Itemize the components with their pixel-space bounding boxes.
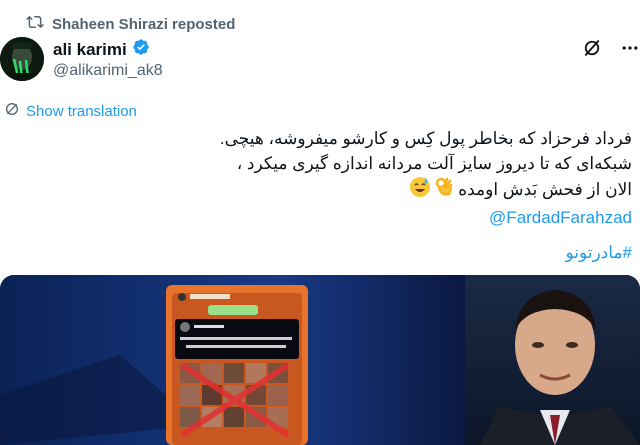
tweet-line-1: فرداد فرحزاد که بخاطر پول کِس و کارشو می… bbox=[219, 129, 632, 148]
tweet-line-3: الان از فحش بَدش اومده bbox=[458, 179, 632, 199]
author-name-row[interactable]: ali karimi bbox=[53, 38, 150, 61]
tweet-line-3-row: الان از فحش بَدش اومده bbox=[72, 176, 632, 205]
author-name[interactable]: ali karimi bbox=[53, 40, 127, 60]
tweet-line-2: شبکه‌ای که تا دیروز سایز آلت مردانه اندا… bbox=[236, 154, 632, 173]
show-translation-link[interactable]: Show translation bbox=[4, 101, 137, 121]
more-options-icon[interactable] bbox=[620, 38, 640, 63]
avatar[interactable] bbox=[0, 37, 44, 81]
verified-badge-icon bbox=[132, 38, 150, 61]
tweet-text: فرداد فرحزاد که بخاطر پول کِس و کارشو می… bbox=[72, 126, 632, 265]
repost-text[interactable]: Shaheen Shirazi reposted bbox=[52, 16, 235, 33]
author-handle[interactable]: @alikarimi_ak8 bbox=[53, 62, 163, 80]
grok-icon[interactable] bbox=[582, 38, 602, 63]
hashtag-link[interactable]: #مادرتونو bbox=[72, 240, 632, 265]
repost-icon bbox=[26, 13, 44, 36]
translate-icon bbox=[4, 101, 20, 121]
tweet-media-image[interactable] bbox=[0, 275, 640, 445]
tweet-actions bbox=[582, 38, 640, 63]
repost-header[interactable]: Shaheen Shirazi reposted bbox=[26, 14, 235, 34]
ok-hand-emoji-icon bbox=[435, 177, 453, 204]
show-translation-label[interactable]: Show translation bbox=[26, 103, 137, 120]
sweat-smile-emoji-icon bbox=[409, 176, 431, 205]
mention-link[interactable]: @FardadFarahzad bbox=[72, 205, 632, 230]
